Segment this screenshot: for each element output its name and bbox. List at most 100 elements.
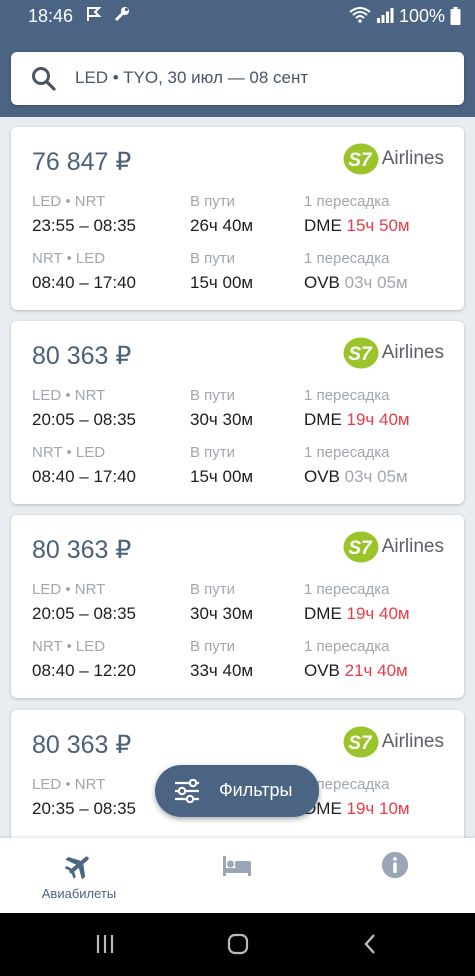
leg-duration: 33ч 40м — [190, 661, 254, 680]
s7-logo-icon: S7 — [343, 726, 379, 758]
leg-times: 08:40 – 17:40 — [32, 273, 136, 292]
status-bar: 18:46 100% — [0, 0, 475, 33]
leg-duration: 30ч 30м — [190, 410, 254, 429]
filters-label: Фильтры — [219, 780, 293, 800]
airline-logo: S7 Airlines — [343, 530, 444, 564]
back-icon[interactable] — [356, 931, 386, 957]
svg-text:S7: S7 — [348, 344, 373, 365]
ticket-card[interactable]: 80 363 ₽ S7 Airlines LED • NRT 20:05 – 08:35… — [11, 515, 464, 698]
leg-stopover: OVB 03ч 05м — [304, 273, 408, 293]
airline-logo: S7 Airlines — [343, 725, 444, 759]
bed-icon — [223, 856, 251, 876]
results-list[interactable]: 76 847 ₽ S7 Airlines LED • NRT 23:55 – 08:35… — [0, 117, 475, 838]
stopover-airport: OVB — [304, 661, 340, 680]
leg-stopover: OVB 21ч 40м — [304, 661, 408, 681]
leg-transit-label: В пути — [190, 444, 236, 461]
info-icon — [381, 851, 409, 879]
filters-button[interactable]: Фильтры — [155, 765, 319, 817]
leg-route: NRT • LED — [32, 638, 106, 655]
airplane-icon — [64, 856, 89, 879]
leg-stops-label: 1 пересадка — [304, 581, 390, 598]
leg-stopover: OVB 03ч 05м — [304, 467, 408, 487]
leg-stopover: DME 19ч 10м — [304, 799, 410, 819]
status-right: 100% — [349, 6, 461, 27]
flag-icon — [87, 7, 102, 21]
leg-transit-label: В пути — [190, 638, 236, 655]
layover-duration: 19ч 40м — [346, 604, 410, 623]
leg-transit-label: В пути — [190, 193, 236, 210]
stopover-airport: DME — [304, 410, 342, 429]
status-time: 18:46 — [28, 6, 74, 26]
leg-route: NRT • LED — [32, 444, 106, 461]
layover-duration: 03ч 05м — [344, 467, 408, 486]
leg-transit-label: В пути — [190, 250, 236, 267]
battery-icon — [450, 7, 461, 25]
s7-logo-icon: S7 — [343, 337, 379, 369]
wifi-icon — [349, 7, 371, 23]
leg-duration: 26ч 40м — [190, 216, 254, 235]
stopover-airport: DME — [304, 216, 342, 235]
leg-stopover: DME 19ч 40м — [304, 604, 410, 624]
leg-stops-label: 1 пересадка — [304, 638, 390, 655]
bottom-nav: Авиабилеты — [0, 838, 475, 913]
ticket-price: 80 363 ₽ — [32, 731, 132, 759]
leg-duration: 15ч 00м — [190, 273, 254, 292]
recents-icon[interactable] — [90, 931, 120, 957]
ticket-card[interactable]: 80 363 ₽ S7 Airlines LED • NRT 20:05 – 08:35… — [11, 321, 464, 504]
ticket-price: 76 847 ₽ — [32, 148, 132, 176]
svg-text:S7: S7 — [348, 733, 373, 754]
leg-stops-label: 1 пересадка — [304, 387, 390, 404]
leg-route: LED • NRT — [32, 581, 106, 598]
tab-hotels[interactable] — [158, 838, 316, 913]
leg-times: 20:05 – 08:35 — [32, 410, 136, 429]
ticket-price: 80 363 ₽ — [32, 342, 132, 370]
leg-times: 20:35 – 08:35 — [32, 799, 136, 818]
signal-icon — [376, 8, 394, 23]
layover-duration: 21ч 40м — [344, 661, 408, 680]
stopover-airport: OVB — [304, 467, 340, 486]
stopover-airport: DME — [304, 604, 342, 623]
home-icon[interactable] — [223, 931, 253, 957]
leg-route: NRT • LED — [32, 250, 106, 267]
tab-flights-label: Авиабилеты — [41, 886, 117, 901]
airline-name: Airlines — [381, 148, 444, 169]
leg-duration: 15ч 00м — [190, 467, 254, 486]
leg-times: 20:05 – 08:35 — [32, 604, 136, 623]
svg-text:S7: S7 — [348, 150, 373, 171]
search-box[interactable]: LED • TYO, 30 июл — 08 сент — [11, 52, 464, 105]
search-icon — [32, 67, 56, 91]
leg-transit-label: В пути — [190, 387, 236, 404]
ticket-price: 80 363 ₽ — [32, 536, 132, 564]
s7-logo-icon: S7 — [343, 531, 379, 563]
leg-route: LED • NRT — [32, 387, 106, 404]
stopover-airport: OVB — [304, 273, 340, 292]
search-query: LED • TYO, 30 июл — 08 сент — [75, 68, 309, 87]
airline-name: Airlines — [381, 731, 444, 752]
leg-transit-label: В пути — [190, 581, 236, 598]
tab-flights[interactable]: Авиабилеты — [0, 838, 158, 913]
airline-name: Airlines — [381, 342, 444, 363]
leg-stops-label: 1 пересадка — [304, 250, 390, 267]
airline-logo: S7 Airlines — [343, 336, 444, 370]
leg-times: 23:55 – 08:35 — [32, 216, 136, 235]
leg-stopover: DME 15ч 50м — [304, 216, 410, 236]
layover-duration: 03ч 05м — [344, 273, 408, 292]
layover-duration: 19ч 10м — [346, 799, 410, 818]
leg-times: 08:40 – 17:40 — [32, 467, 136, 486]
app-header: LED • TYO, 30 июл — 08 сент — [0, 33, 475, 117]
layover-duration: 19ч 40м — [346, 410, 410, 429]
leg-route: LED • NRT — [32, 776, 106, 793]
layover-duration: 15ч 50м — [346, 216, 410, 235]
leg-duration: 30ч 30м — [190, 604, 254, 623]
tab-info[interactable] — [316, 838, 474, 913]
airline-logo: S7 Airlines — [343, 142, 444, 176]
leg-times: 08:40 – 12:20 — [32, 661, 136, 680]
leg-stopover: DME 19ч 40м — [304, 410, 410, 430]
ticket-card[interactable]: 76 847 ₽ S7 Airlines LED • NRT 23:55 – 08:35… — [11, 127, 464, 310]
s7-logo-icon: S7 — [343, 143, 379, 175]
leg-route: LED • NRT — [32, 193, 106, 210]
svg-text:S7: S7 — [348, 538, 373, 559]
wrench-icon — [114, 7, 129, 22]
status-notification-icons — [86, 5, 131, 25]
leg-stops-label: 1 пересадка — [304, 444, 390, 461]
